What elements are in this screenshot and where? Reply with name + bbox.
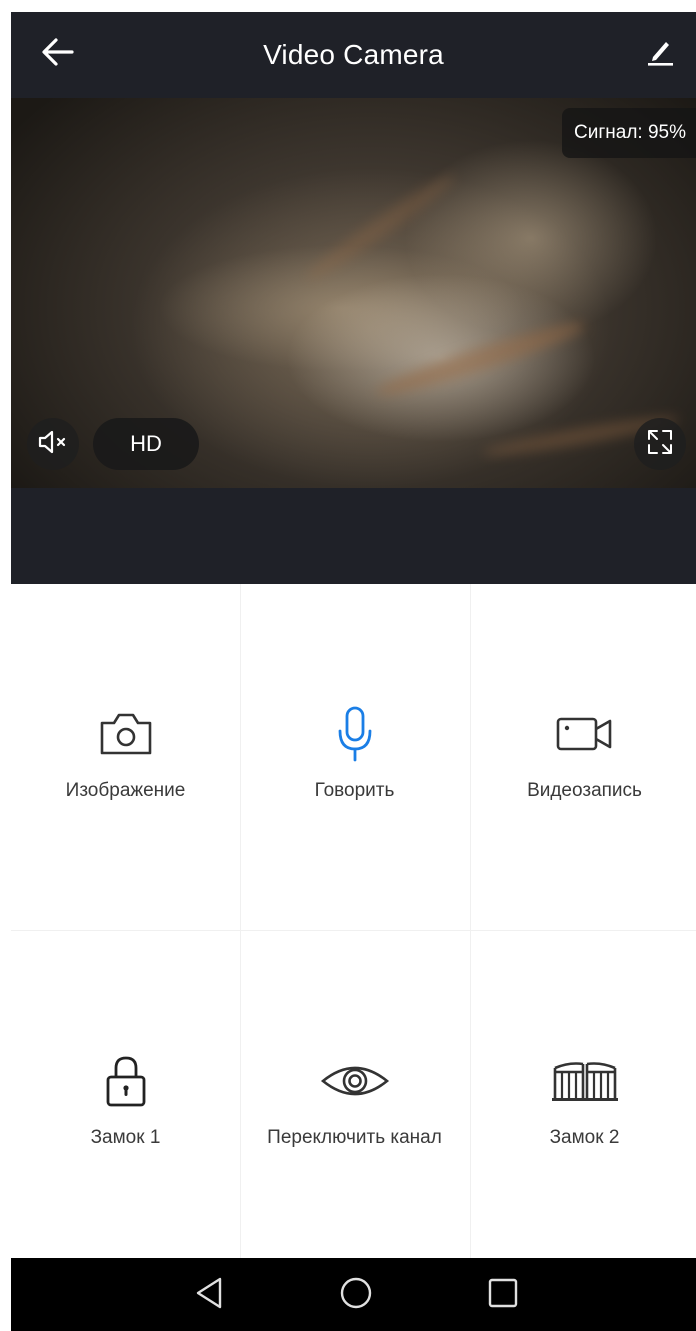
system-navigation-bar: [11, 1258, 696, 1331]
microphone-icon: [333, 704, 377, 764]
switch-channel-button[interactable]: Переключить канал: [240, 931, 469, 1268]
camera-icon: [98, 704, 154, 764]
top-app-bar: Video Camera: [11, 12, 696, 98]
fullscreen-button[interactable]: [634, 418, 686, 470]
snapshot-button[interactable]: Изображение: [11, 584, 240, 921]
nav-recents-button[interactable]: [478, 1270, 528, 1320]
action-grid: Изображение Говорить Видеозапись Замок 1…: [11, 584, 696, 1258]
action-label: Переключить канал: [267, 1126, 442, 1148]
expand-icon: [645, 427, 675, 462]
camera-video-feed[interactable]: Сигнал: 95% HD: [11, 98, 696, 488]
padlock-icon: [103, 1051, 149, 1111]
lock-1-button[interactable]: Замок 1: [11, 931, 240, 1268]
gate-icon: [549, 1051, 621, 1111]
action-label: Изображение: [65, 779, 186, 801]
quality-toggle-button[interactable]: HD: [93, 418, 199, 470]
signal-strength-badge: Сигнал: 95%: [562, 108, 696, 158]
record-video-button[interactable]: Видеозапись: [470, 584, 696, 921]
triangle-back-icon: [194, 1276, 224, 1315]
video-texture: [372, 314, 590, 404]
video-camera-icon: [555, 704, 615, 764]
nav-home-button[interactable]: [331, 1270, 381, 1320]
lock-2-button[interactable]: Замок 2: [470, 931, 696, 1268]
square-recents-icon: [487, 1277, 519, 1314]
speaker-muted-icon: [36, 429, 70, 460]
circle-home-icon: [339, 1276, 373, 1315]
video-texture: [302, 168, 460, 286]
back-button[interactable]: [35, 32, 79, 76]
pencil-icon: [645, 37, 675, 72]
arrow-left-icon: [40, 37, 74, 72]
talk-button[interactable]: Говорить: [240, 584, 469, 921]
mute-button[interactable]: [27, 418, 79, 470]
app-screen: Video Camera Сигнал: 95% HD Изображение …: [11, 12, 696, 1331]
video-controls-area: [11, 488, 696, 584]
edit-button[interactable]: [638, 32, 682, 76]
page-title: Video Camera: [263, 39, 444, 70]
eye-icon: [319, 1051, 391, 1111]
nav-back-button[interactable]: [184, 1270, 234, 1320]
action-label: Говорить: [314, 779, 395, 801]
action-label: Видеозапись: [527, 779, 642, 801]
action-label: Замок 2: [549, 1126, 620, 1148]
action-label: Замок 1: [90, 1126, 161, 1148]
